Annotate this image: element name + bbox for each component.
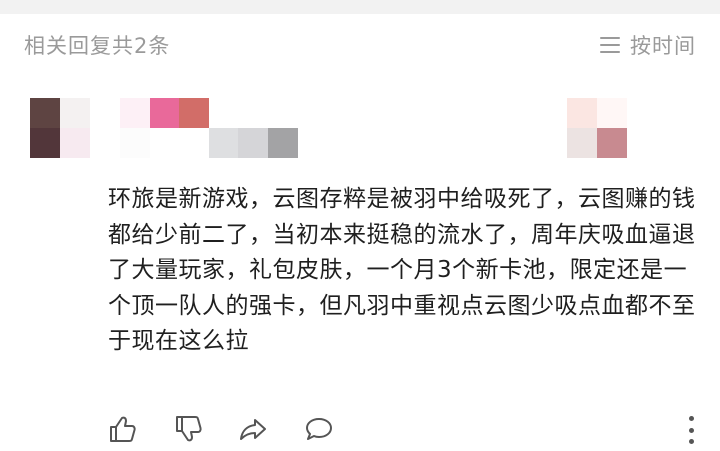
mosaic-pixel: [567, 98, 597, 128]
like-button[interactable]: [108, 414, 138, 444]
mosaic-pixel: [208, 98, 239, 128]
mosaic-pixel: [537, 98, 567, 128]
mosaic-pixel: [149, 128, 180, 158]
mosaic-pixel: [597, 98, 627, 128]
mosaic-pixel: [179, 98, 209, 128]
comment-icon: [306, 418, 332, 440]
top-divider-band: [0, 0, 720, 14]
mosaic-pixel: [120, 128, 150, 158]
mosaic-pixel: [60, 98, 90, 128]
mosaic-pixel: [238, 128, 268, 158]
thumbs-down-icon: [176, 416, 202, 442]
mosaic-pixel: [60, 128, 90, 158]
mosaic-pixel: [149, 98, 180, 128]
thumbs-up-icon: [110, 416, 136, 442]
reply-count-label: 相关回复共2条: [24, 34, 171, 58]
mosaic-pixel: [179, 128, 209, 158]
mosaic-pixel: [597, 128, 627, 158]
comment-button[interactable]: [304, 414, 334, 444]
mosaic-pixel: [238, 98, 268, 128]
sort-label: 按时间: [630, 34, 696, 58]
mosaic-pixel: [30, 128, 60, 158]
comment-text: 环旅是新游戏，云图存粹是被羽中给吸死了，云图赚的钱都给少前二了，当初本来挺稳的流…: [108, 186, 696, 354]
user-badge: [537, 98, 627, 158]
sort-by-time-button[interactable]: 按时间: [600, 30, 696, 60]
share-button[interactable]: [238, 414, 268, 444]
mosaic-pixel: [267, 98, 298, 128]
mosaic-pixel: [537, 128, 567, 158]
username[interactable]: [120, 98, 298, 158]
dislike-button[interactable]: [174, 414, 204, 444]
mosaic-pixel: [120, 98, 150, 128]
avatar[interactable]: [30, 98, 90, 158]
mosaic-pixel: [567, 128, 597, 158]
mosaic-pixel: [208, 128, 239, 158]
mosaic-pixel: [267, 128, 298, 158]
share-icon: [240, 419, 266, 440]
sort-lines-icon: [600, 37, 620, 53]
comment-actions: [108, 414, 698, 444]
mosaic-pixel: [30, 98, 60, 128]
more-vertical-icon[interactable]: [684, 416, 698, 444]
